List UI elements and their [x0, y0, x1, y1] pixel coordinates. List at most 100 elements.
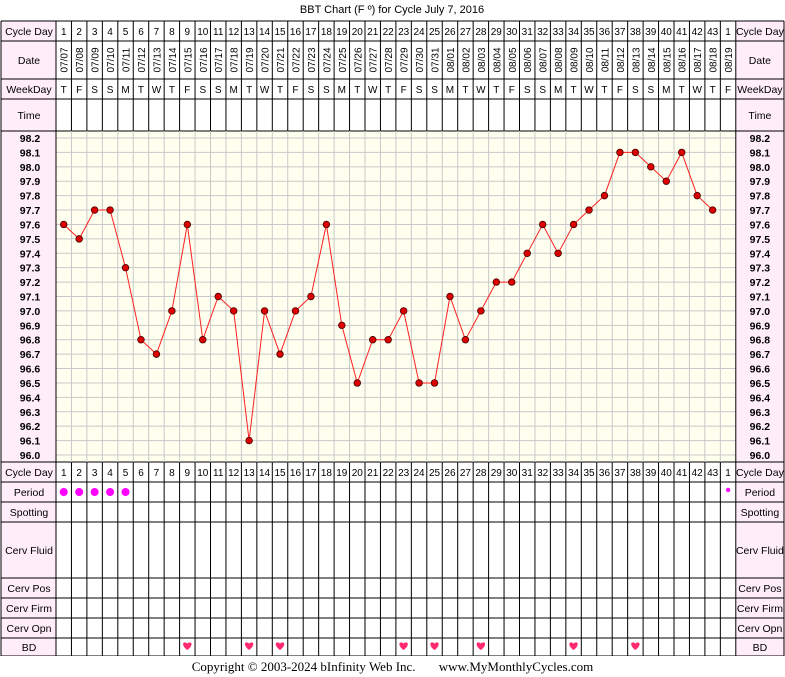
- cycle-day-label: 6: [138, 27, 144, 38]
- y-tick-left: 97.5: [20, 234, 41, 246]
- date-label: 07/17: [214, 47, 225, 72]
- y-tick-right: 96.0: [750, 450, 771, 462]
- date-label: 07/08: [75, 47, 86, 72]
- weekday-label: T: [493, 85, 499, 96]
- cycle-day-label-bottom: 34: [568, 468, 580, 479]
- date-label: 07/30: [415, 47, 426, 72]
- date-label: 08/06: [523, 47, 534, 72]
- temperature-point: [183, 220, 192, 229]
- row-label-right-period: Period: [745, 487, 776, 499]
- cycle-day-label: 41: [676, 27, 688, 38]
- temperature-point: [106, 206, 114, 214]
- y-tick-right: 97.6: [750, 219, 771, 231]
- temperature-point: [353, 379, 361, 387]
- weekday-label: S: [416, 85, 423, 96]
- date-label: 07/27: [369, 47, 380, 72]
- cycle-day-label: 8: [169, 27, 175, 38]
- cycle-day-label: 21: [367, 27, 379, 38]
- temperature-point: [585, 206, 593, 214]
- weekday-label: T: [679, 85, 685, 96]
- date-label: 08/01: [446, 47, 457, 72]
- cycle-day-label: 26: [444, 27, 456, 38]
- cycle-day-label: 12: [228, 27, 240, 38]
- cycle-day-label: 3: [92, 27, 98, 38]
- period-dot: [90, 488, 99, 496]
- weekday-label: T: [246, 85, 252, 96]
- weekday-label: W: [260, 85, 270, 96]
- weekday-label: T: [354, 85, 360, 96]
- weekday-label: S: [215, 85, 222, 96]
- date-label: 07/10: [106, 47, 117, 72]
- temperature-point: [600, 191, 609, 200]
- row-label-right-cerv_pos: Cerv Pos: [738, 583, 781, 595]
- cycle-day-label-bottom: 37: [614, 468, 626, 479]
- weekday-label: S: [647, 85, 654, 96]
- weekday-label: W: [152, 85, 162, 96]
- y-tick-right: 96.3: [750, 407, 771, 419]
- cycle-day-label-bottom: 23: [398, 468, 410, 479]
- weekday-label: S: [431, 85, 438, 96]
- cycle-day-label-bottom: 22: [383, 468, 395, 479]
- weekday-label: T: [571, 85, 577, 96]
- y-tick-left: 97.0: [20, 306, 41, 318]
- date-label: 07/12: [137, 47, 148, 72]
- cycle-day-label-bottom: 30: [506, 468, 518, 479]
- y-tick-left: 97.1: [20, 292, 41, 304]
- weekday-label: M: [230, 85, 238, 96]
- cycle-day-label-bottom: 3: [92, 468, 98, 479]
- date-label: 08/15: [662, 47, 673, 72]
- y-tick-left: 96.6: [20, 364, 41, 376]
- date-label: 08/11: [600, 47, 611, 72]
- chart-title: BBT Chart (F º) for Cycle July 7, 2016: [300, 4, 484, 16]
- cycle-day-label-bottom: 35: [583, 468, 595, 479]
- row-label-left-cerv_firm: Cerv Firm: [6, 603, 52, 615]
- date-label: 07/25: [338, 47, 349, 72]
- temperature-point: [121, 263, 130, 272]
- period-light-dot: [725, 487, 731, 493]
- temperature-point: [245, 436, 253, 445]
- cycle-day-label-bottom: 1: [725, 468, 731, 479]
- bd-heart-icon: [244, 642, 254, 650]
- temperature-point: [538, 220, 547, 229]
- date-label: 07/13: [152, 47, 163, 72]
- cycle-day-label: 23: [398, 27, 410, 38]
- date-label: 08/08: [554, 47, 565, 72]
- weekday-label: T: [710, 85, 716, 96]
- row-label-right-cycle_day: Cycle Day: [736, 26, 785, 38]
- date-label: 07/24: [322, 47, 333, 72]
- cycle-day-label-bottom: 24: [414, 468, 426, 479]
- temperature-point: [708, 206, 717, 214]
- cycle-day-label-bottom: 14: [259, 468, 271, 479]
- row-label-right-spotting: Spotting: [741, 507, 780, 519]
- weekday-label: W: [368, 85, 378, 96]
- y-tick-right: 97.4: [750, 248, 771, 260]
- row-label-left-time: Time: [18, 110, 41, 122]
- temperature-point: [60, 220, 68, 229]
- temperature-point: [229, 307, 238, 315]
- y-tick-left: 97.3: [20, 263, 41, 275]
- temperature-point: [693, 191, 701, 200]
- row-label-right-cerv_opn: Cerv Opn: [737, 623, 782, 635]
- row-label-right-weekday: WeekDay: [737, 84, 783, 96]
- cycle-day-label-bottom: 1: [61, 468, 67, 479]
- temperature-point: [616, 148, 624, 157]
- temperature-point: [199, 336, 207, 344]
- cycle-day-label: 15: [274, 27, 286, 38]
- date-label: 08/19: [724, 47, 735, 72]
- cycle-day-label-bottom: 32: [537, 468, 549, 479]
- y-tick-right: 96.4: [750, 392, 771, 404]
- y-tick-right: 98.0: [750, 162, 771, 174]
- cycle-day-label-bottom: 9: [185, 468, 191, 479]
- temperature-point: [75, 235, 83, 243]
- weekday-label: S: [107, 85, 114, 96]
- cycle-day-label-bottom: 6: [138, 468, 144, 479]
- cycle-day-label-bottom: 10: [197, 468, 209, 479]
- cycle-day-label: 27: [460, 27, 472, 38]
- weekday-label: S: [632, 85, 639, 96]
- cycle-day-label: 10: [197, 27, 209, 38]
- site-link[interactable]: www.MyMonthlyCycles.com: [439, 659, 593, 674]
- date-label: 07/07: [60, 47, 71, 72]
- cycle-day-label: 35: [583, 27, 595, 38]
- temperature-point: [291, 307, 300, 315]
- bd-heart-icon: [275, 642, 285, 650]
